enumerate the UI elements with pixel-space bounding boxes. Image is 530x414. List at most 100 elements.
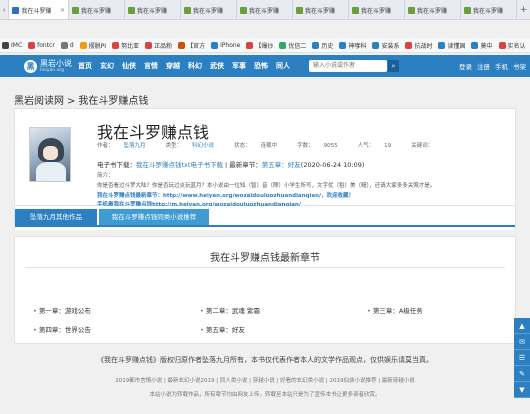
latest-date: (2020-06-24 10:09) [300, 161, 365, 169]
browser-tab[interactable]: 我在斗罗赚 [349, 0, 406, 19]
type-label: 类型： [165, 143, 183, 149]
bookmark-favicon-icon [279, 41, 287, 49]
nav-item[interactable]: 穿越 [166, 61, 180, 71]
bookmark-label: 神嗲科 [348, 42, 367, 50]
latest-chapter-link[interactable]: 第五章：好友 [262, 161, 301, 169]
chapter-item[interactable]: • 第四章：世界公告 [33, 324, 91, 334]
nav-item[interactable]: 军事 [232, 61, 246, 71]
bookmark-item[interactable]: 【官方 [178, 41, 205, 50]
browser-tab-active[interactable]: 我在斗罗赚 ✕ [9, 0, 70, 19]
nav-item[interactable]: 仙侠 [122, 61, 136, 71]
type-link[interactable]: 科幻小说 [192, 143, 214, 149]
author-link[interactable]: 坠落九月 [124, 143, 146, 149]
chapter-title: 第三章：A级任务 [372, 307, 423, 315]
edit-icon[interactable]: ✎ [514, 366, 530, 382]
bookmark-label: 优信二 [288, 42, 307, 50]
bookmark-item[interactable]: 历史 [312, 41, 333, 50]
book-meta: 作者： 坠落九月 类型： 科幻小说 状态： 连载中 字数： 9055 人气： 19 关键词… [97, 141, 443, 149]
chapter-title: 第一章：游戏公布 [38, 307, 91, 315]
browser-tab[interactable]: 我在斗罗赚 [181, 0, 238, 19]
bookmark-item[interactable]: 【爆炒 [246, 41, 273, 50]
book-title: 我在斗罗赚点钱 [97, 123, 210, 142]
login-link[interactable]: 登录 [459, 61, 472, 71]
bullet-icon: • [33, 326, 37, 334]
desktop-url-link[interactable]: 我在斗罗赚点钱最新章节：http://www.heiyan.org/wozaid… [97, 191, 354, 199]
browser-tab[interactable]: 我在斗罗赚 [125, 0, 182, 19]
scroll-down-icon[interactable]: ▼ [514, 382, 530, 398]
mobile-link[interactable]: 手机 [495, 61, 508, 71]
book-cover-image[interactable] [29, 127, 71, 182]
bookmark-item[interactable]: IMC [2, 41, 22, 49]
chapter-item[interactable]: • 第二章：武魂 紫霜 [200, 305, 260, 315]
footer-links[interactable]: 2019都市言情小说 | 最新玄幻小说2019 | 同人类小说 | 穿越小说 |… [0, 376, 530, 384]
bookmark-label: 实名认 [507, 42, 526, 50]
bookmark-item[interactable]: d [60, 41, 74, 49]
favicon-icon [296, 6, 304, 14]
browser-tab-strip: ‹ 我在斗罗赚 ✕ 我在斗罗赚 我在斗罗赚 我在斗罗赚 我在斗罗赚 我在斗罗赚 … [0, 0, 530, 20]
new-tab-icon[interactable]: + [517, 0, 530, 19]
nav-item[interactable]: 恐怖 [254, 61, 268, 71]
download-link[interactable]: 我在斗罗赚点钱txt电子书下载 [136, 161, 223, 169]
bookmark-label: 历史 [321, 42, 334, 50]
search-icon[interactable]: ⌕ [388, 60, 399, 72]
menu-icon[interactable]: ☰ [514, 350, 530, 366]
bookmark-favicon-icon [312, 41, 320, 49]
bookmark-item[interactable]: 努比亚 [112, 41, 139, 50]
favicon-icon [408, 6, 416, 14]
nav-item[interactable]: 同人 [276, 61, 290, 71]
bookmark-item[interactable]: 读懂国 [438, 41, 465, 50]
tab-author-works[interactable]: 坠落九月其他作品 [15, 209, 97, 225]
message-icon[interactable]: ✉ [514, 334, 530, 350]
bullet-icon: • [367, 307, 371, 315]
browser-tab[interactable]: 我在斗罗赚 [69, 0, 126, 19]
bookmark-favicon-icon [28, 41, 36, 49]
site-logo[interactable]: 黑 黑岩小说 heiyan.org [0, 59, 78, 73]
bookmark-item[interactable]: 摆脱PI [79, 41, 106, 50]
close-icon[interactable]: ✕ [60, 7, 65, 14]
bookmark-label: 正品粉 [154, 42, 173, 50]
nav-item[interactable]: 玄幻 [100, 61, 114, 71]
bookmark-item[interactable]: iPhone [211, 41, 240, 49]
bookmark-item[interactable]: 抗战时 [405, 41, 432, 50]
chapter-item[interactable]: • 第三章：A级任务 [367, 305, 423, 315]
bookmark-label: 安装系 [381, 42, 400, 50]
bookmark-favicon-icon [339, 41, 347, 49]
bookmark-item[interactable]: 神嗲科 [339, 41, 366, 50]
search-input[interactable] [309, 60, 387, 72]
cover-art [36, 162, 66, 181]
bookmark-item[interactable]: 优信二 [279, 41, 306, 50]
bookshelf-link[interactable]: 书架 [513, 61, 526, 71]
browser-tab[interactable]: 我在斗罗赚 [405, 0, 462, 19]
bookmark-item[interactable]: fontcr [28, 41, 55, 49]
back-to-top-icon[interactable]: ▲ [514, 318, 530, 334]
nav-item[interactable]: 言情 [144, 61, 158, 71]
latest-label: 最新章节： [229, 161, 262, 169]
site-header: 黑 黑岩小说 heiyan.org 首页 玄幻 仙侠 言情 穿越 科幻 武侠 军… [0, 55, 530, 77]
tab-similar-books[interactable]: 我在斗罗赚点钱同类小说推荐 [99, 209, 209, 225]
download-label: 电子书下载： [97, 161, 136, 169]
browser-tab[interactable]: 我在斗罗赚 [461, 0, 518, 19]
nav-item[interactable]: 科幻 [188, 61, 202, 71]
popularity-label: 人气： [357, 143, 375, 149]
nav-item[interactable]: 首页 [78, 61, 92, 71]
breadcrumb-home[interactable]: 黑岩阅读网 [14, 96, 64, 107]
footer-notice: 本站小说为转载作品，所有章节均由网友上传，转载至本站只是为了宣传本书让更多读者欣… [149, 392, 381, 398]
tab-title: 我在斗罗赚 [81, 7, 112, 15]
chapter-item[interactable]: • 第五章：好友 [200, 324, 245, 334]
chapter-item[interactable]: • 第一章：游戏公布 [33, 305, 91, 315]
status-value: 连载中 [260, 143, 278, 149]
bookmark-item[interactable]: 莫中 [471, 41, 493, 50]
bookmark-label: fontcr [37, 41, 55, 49]
bookmark-favicon-icon [145, 41, 153, 49]
tab-scroll-left-icon[interactable]: ‹ [0, 0, 10, 19]
bookmark-item[interactable]: 正品粉 [145, 41, 172, 50]
tab-title: 我在斗罗赚 [249, 7, 280, 15]
bookmark-item[interactable]: 实名认 [498, 41, 526, 50]
nav-item[interactable]: 武侠 [210, 61, 224, 71]
browser-tab[interactable]: 我在斗罗赚 [237, 0, 294, 19]
bookmark-label: 抗战时 [414, 42, 433, 50]
bookmark-item[interactable]: 安装系 [372, 41, 399, 50]
favicon-icon [12, 6, 20, 14]
browser-tab[interactable]: 我在斗罗赚 [293, 0, 350, 19]
register-link[interactable]: 注册 [477, 61, 490, 71]
